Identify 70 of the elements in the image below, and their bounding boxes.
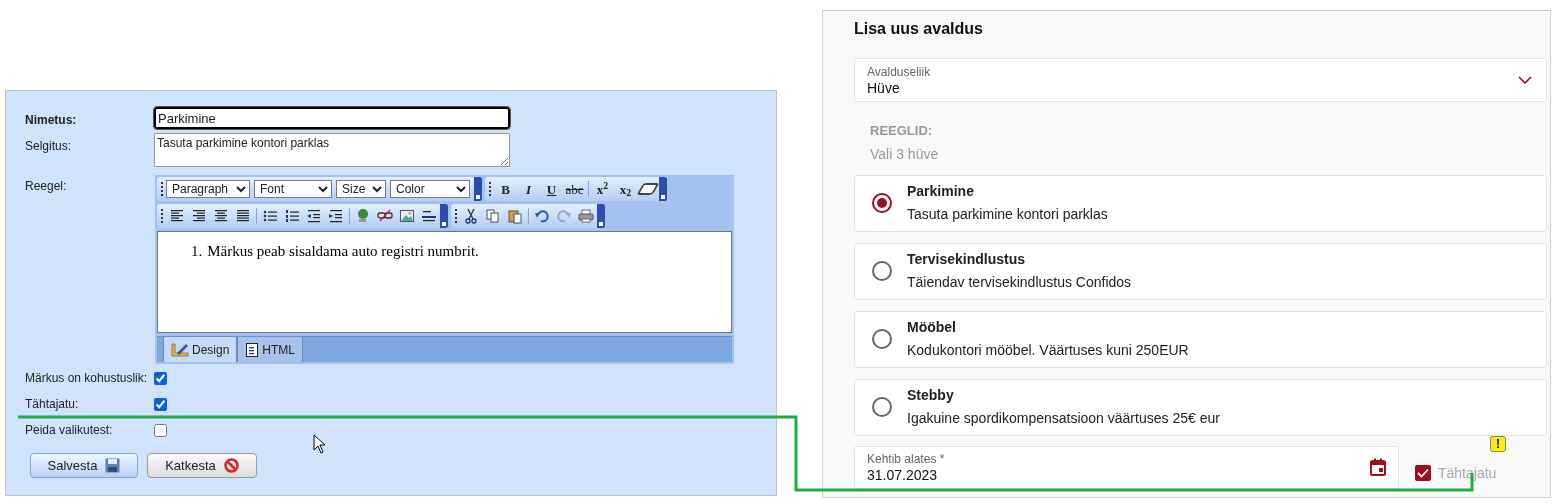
toolbar-grip-icon[interactable] <box>455 209 458 223</box>
cancel-button[interactable]: Katkesta <box>147 453 257 478</box>
toolbar-grip-icon[interactable] <box>161 182 164 196</box>
chevron-down-icon <box>1518 76 1532 84</box>
editor-content-area[interactable]: 1. Märkus peab sisaldama auto registri numbrit. <box>157 231 732 333</box>
format-button[interactable]: x$^{2}$ <box>591 179 614 199</box>
format-button[interactable]: B <box>494 179 517 199</box>
select-field[interactable]: Avalduseliik Hüve <box>854 58 1547 102</box>
option-card[interactable]: Mööbel Kodukontori mööbel. Väärtuses kuni 250EUR <box>854 310 1547 368</box>
option-description: Täiendav tervisekindlustus Confidos <box>907 274 1132 291</box>
cursor-icon <box>313 434 326 454</box>
printer-icon[interactable] <box>575 206 597 226</box>
field-label: Kehtib alates * <box>867 451 945 467</box>
field-value: 31.07.2023 <box>867 467 939 483</box>
format-dropdown[interactable]: Font <box>254 180 332 198</box>
checkbox-label: Tähtajatu: <box>25 396 80 413</box>
date-field[interactable]: Kehtib alates * 31.07.2023 <box>854 445 1399 489</box>
format-button[interactable]: abc <box>563 179 586 199</box>
option-title: Parkimine <box>907 183 975 200</box>
format-dropdown[interactable]: Size <box>336 180 386 198</box>
toolbar-overflow-icon[interactable] <box>597 204 605 228</box>
format-dropdown[interactable]: Paragraph <box>166 180 250 198</box>
format-button[interactable]: x$_{2}$ <box>614 179 637 199</box>
field-label: Nimetus: <box>25 112 78 129</box>
toolbar-overflow-icon[interactable] <box>474 177 482 201</box>
section-heading: REEGLID: <box>870 122 934 140</box>
save-button[interactable]: Salvesta <box>30 453 138 478</box>
radio-button[interactable] <box>872 397 892 417</box>
field-label: Selgitus: <box>25 138 73 155</box>
editor-mode-tab[interactable]: HTML <box>237 337 304 362</box>
format-button[interactable]: I <box>517 179 540 199</box>
form-title: Lisa uus avaldus <box>854 19 984 39</box>
radio-button[interactable] <box>872 261 892 281</box>
select-value: Hüve <box>867 80 901 96</box>
option-card[interactable]: Stebby Igakuine spordikompensatsioon väärtuses 25€ eur <box>854 378 1547 436</box>
eraser-icon[interactable] <box>636 183 660 195</box>
list-number: 1. <box>191 242 203 261</box>
option-description: Tasuta parkimine kontori parklas <box>907 206 1108 223</box>
option-description: Kodukontori mööbel. Väärtuses kuni 250EUR <box>907 342 1189 359</box>
radio-button[interactable] <box>872 193 892 213</box>
hint-text: Vali 3 hüve <box>870 144 940 164</box>
option-card[interactable]: Parkimine Tasuta parkimine kontori parklas <box>854 174 1547 232</box>
toolbar-grip-icon[interactable] <box>161 209 164 223</box>
option-card[interactable]: Tervisekindlustus Täiendav tervisekindlustus Confidos <box>854 242 1547 300</box>
ruler-pencil-icon <box>171 341 189 358</box>
checkbox[interactable] <box>154 397 167 411</box>
format-dropdown[interactable]: Color <box>390 180 470 198</box>
toolbar-overflow-icon[interactable] <box>440 204 448 228</box>
select-label: Avalduseliik <box>867 64 931 80</box>
checkbox[interactable] <box>154 423 167 437</box>
editor-mode-tab[interactable]: Design <box>163 337 238 362</box>
checkbox-label: Märkus on kohustuslik: <box>25 370 149 387</box>
document-icon <box>245 341 260 358</box>
toolbar-overflow-icon[interactable] <box>659 177 667 201</box>
radio-button[interactable] <box>872 329 892 349</box>
prohibited-icon <box>223 458 239 473</box>
textarea-field[interactable]: Tasuta parkimine kontori parklas <box>154 133 510 167</box>
calendar-icon[interactable] <box>1370 458 1386 476</box>
format-button[interactable]: U <box>540 179 563 199</box>
toolbar-grip-icon[interactable] <box>489 182 492 196</box>
field-label: Reegel: <box>25 178 68 195</box>
option-title: Stebby <box>907 387 955 404</box>
list-item-text: Märkus peab sisaldama auto registri numbrit. <box>207 242 479 261</box>
checkbox-label: Tähtajatu <box>1438 463 1497 483</box>
input-field[interactable]: Parkimine <box>154 107 510 129</box>
checkbox[interactable] <box>154 371 167 385</box>
option-title: Mööbel <box>907 319 957 336</box>
checkbox-label: Peida valikutest: <box>25 422 114 439</box>
option-description: Igakuine spordikompensatsioon väärtuses 25€ eur <box>907 410 1220 427</box>
option-title: Tervisekindlustus <box>907 251 1026 268</box>
